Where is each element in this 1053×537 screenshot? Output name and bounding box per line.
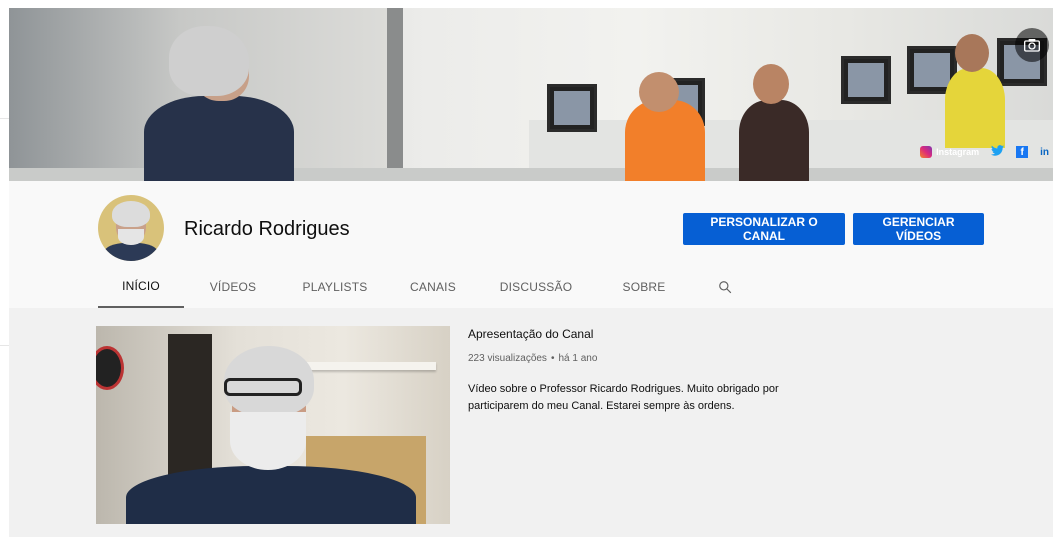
divider [0, 345, 9, 346]
channel-name: Ricardo Rodrigues [184, 218, 350, 240]
banner-pillar [387, 8, 403, 181]
featured-video-description: Vídeo sobre o Professor Ricardo Rodrigue… [468, 383, 779, 412]
featured-video-meta: 223 visualizações • há 1 ano [468, 353, 597, 364]
banner-student [945, 34, 1005, 148]
featured-video-title[interactable]: Apresentação do Canal [468, 327, 593, 341]
customize-channel-button[interactable]: PERSONALIZAR O CANAL [683, 213, 845, 245]
featured-video-thumbnail[interactable] [96, 326, 450, 524]
banner-student [739, 64, 809, 181]
instagram-icon [920, 146, 933, 158]
tab-inicio[interactable]: INÍCIO [98, 266, 184, 308]
search-icon [719, 281, 732, 294]
tab-playlists[interactable]: PLAYLISTS [282, 266, 388, 308]
linkedin-icon[interactable]: in [1040, 147, 1049, 158]
channel-tabs: INÍCIO VÍDEOS PLAYLISTS CANAIS DISCUSSÃO… [98, 266, 732, 308]
tab-videos[interactable]: VÍDEOS [184, 266, 282, 308]
banner-monitor [841, 56, 891, 104]
facebook-icon[interactable]: f [1016, 146, 1029, 158]
change-banner-button[interactable] [1015, 28, 1049, 62]
banner-student [625, 72, 705, 181]
social-links: Instagram f in [920, 145, 1049, 159]
tab-discussao[interactable]: DISCUSSÃO [478, 266, 594, 308]
instagram-link[interactable]: Instagram [920, 146, 979, 158]
twitter-icon[interactable] [991, 145, 1005, 159]
divider [0, 118, 9, 119]
tab-canais[interactable]: CANAIS [388, 266, 478, 308]
instagram-label: Instagram [936, 147, 980, 157]
left-edge [0, 0, 9, 537]
view-count: 223 visualizações [468, 353, 547, 364]
avatar[interactable] [98, 195, 164, 261]
meta-separator: • [550, 353, 555, 364]
channel-header: Ricardo Rodrigues PERSONALIZAR O CANAL G… [9, 181, 1053, 308]
banner-monitor [547, 84, 597, 132]
search-channel-button[interactable] [718, 280, 732, 299]
tab-sobre[interactable]: SOBRE [594, 266, 694, 308]
upload-age: há 1 ano [558, 353, 598, 364]
featured-section: Apresentação do Canal 223 visualizações … [9, 308, 1053, 537]
camera-icon [1024, 39, 1040, 52]
banner-teacher [139, 26, 294, 181]
manage-videos-button[interactable]: GERENCIAR VÍDEOS [853, 213, 984, 245]
channel-banner: Instagram f in [9, 8, 1053, 181]
